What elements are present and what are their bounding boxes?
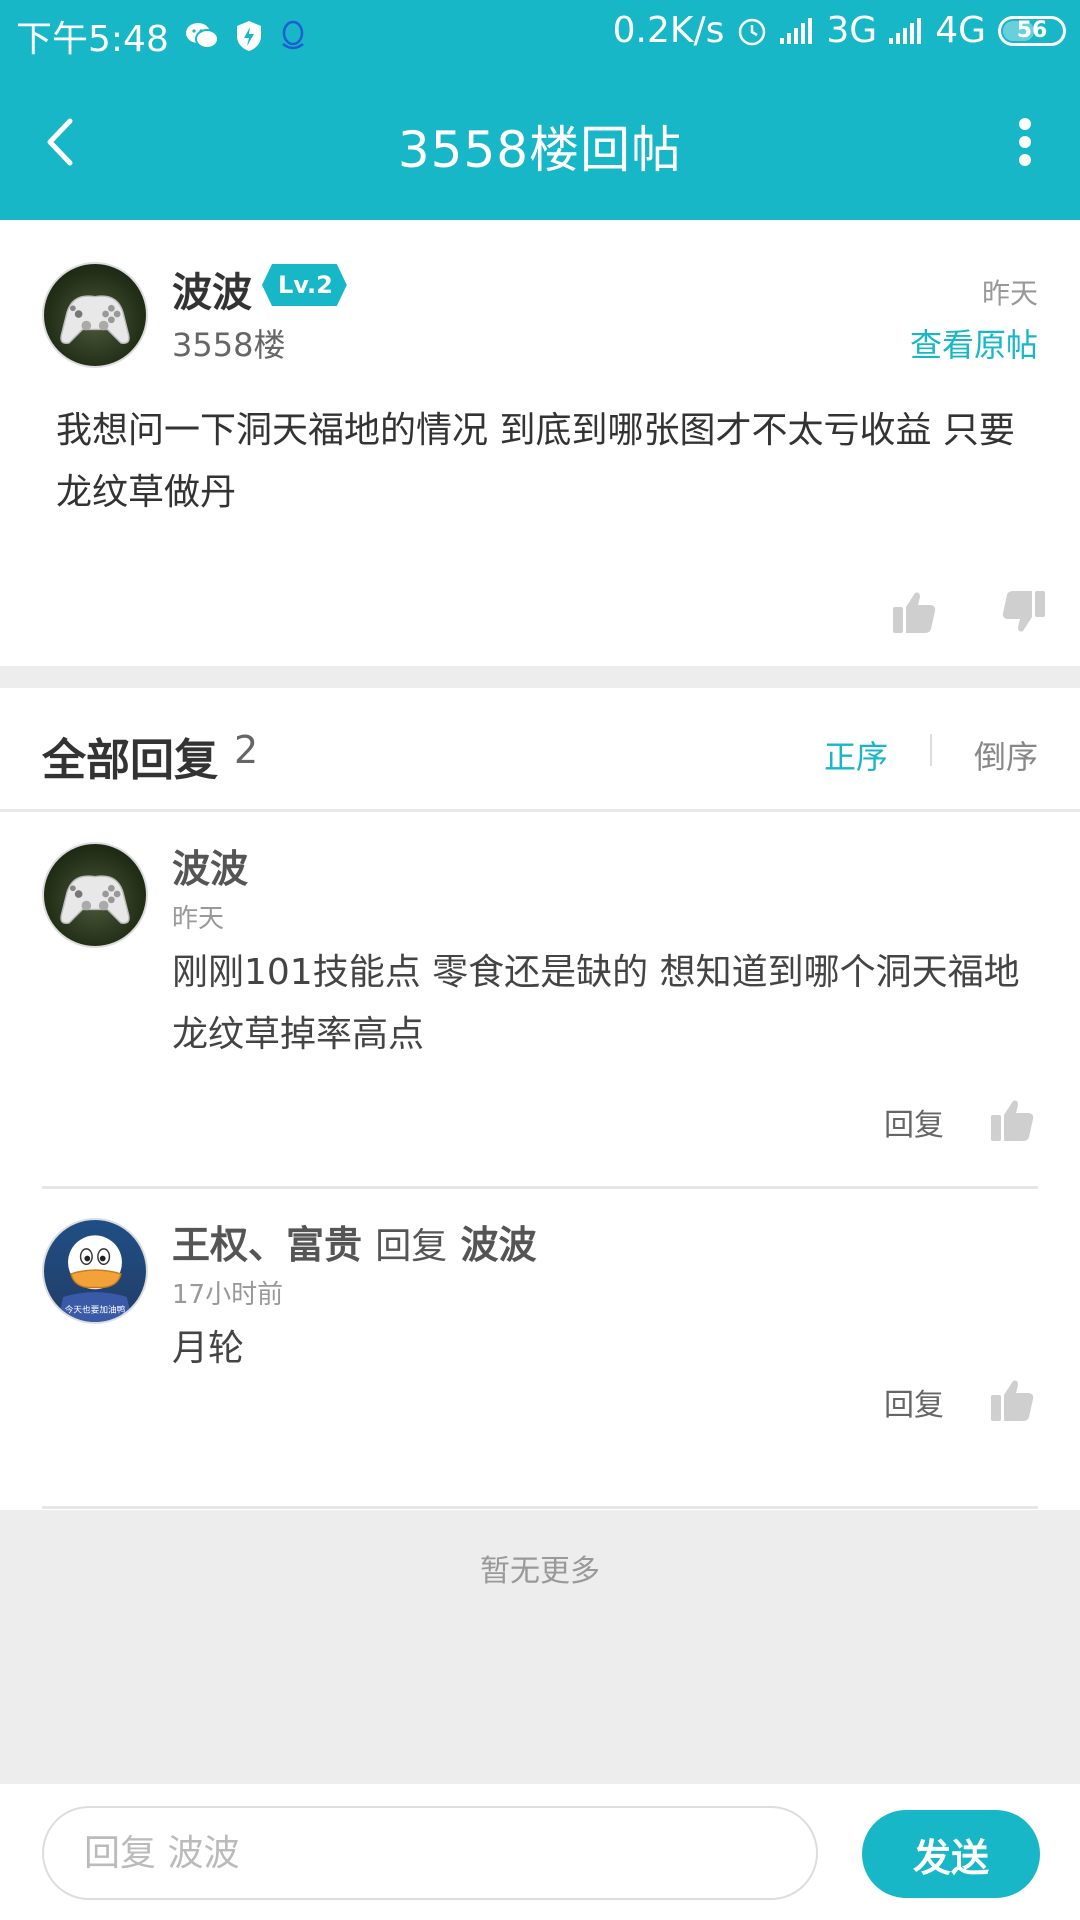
sort-divider: [930, 734, 932, 766]
reply-button[interactable]: 回复: [884, 1380, 944, 1424]
status-bar: 下午5:48 0.2K/s 3G 4G 56: [0, 0, 1080, 68]
status-right: 0.2K/s 3G 4G 56: [613, 10, 1066, 51]
nav-bar: 3558楼回帖: [0, 68, 1080, 220]
reply-button[interactable]: 回复: [884, 1100, 944, 1144]
battery-icon: 56: [998, 15, 1066, 46]
avatar[interactable]: [42, 842, 148, 948]
reply-word: 回复: [375, 1226, 448, 1267]
reply-author[interactable]: 王权、富贵: [172, 1223, 362, 1267]
avatar-caption: 今天也要加油鸭: [65, 1303, 126, 1315]
alarm-icon: [736, 15, 768, 47]
status-left: 下午5:48: [16, 10, 307, 62]
list-item: 波波 昨天 刚刚101技能点 零食还是缺的 想知道到哪个洞天福地龙纹草掉率高点 …: [0, 812, 1080, 1143]
net-speed: 0.2K/s: [612, 10, 725, 51]
level-badge: Lv.2: [262, 264, 347, 306]
replies-title: 全部回复: [42, 735, 218, 786]
replies-count: 2: [234, 728, 259, 772]
status-time: 下午5:48: [16, 19, 169, 60]
bottom-input-bar: 发送: [0, 1782, 1080, 1920]
reply-author[interactable]: 波波: [172, 838, 248, 893]
thumbs-up-icon[interactable]: [988, 1096, 1036, 1144]
thumbs-up-icon[interactable]: [890, 588, 938, 636]
main-post: 波波 Lv.2 3558楼 昨天 查看原帖 我想问一下洞天福地的情况 到底到哪张…: [0, 220, 1080, 666]
header: 下午5:48 0.2K/s 3G 4G 56 3558楼回帖: [0, 0, 1080, 220]
shield-icon: [235, 20, 263, 52]
replies-section: 全部回复 2 正序 倒序 波波 昨天 刚刚101技能点 零食还是缺的 想知道到哪…: [0, 688, 1080, 1510]
qq-icon: [279, 20, 307, 52]
post-author[interactable]: 波波: [172, 260, 252, 318]
reply-content: 刚刚101技能点 零食还是缺的 想知道到哪个洞天福地龙纹草掉率高点: [172, 952, 1020, 1055]
signal-icon: [780, 17, 814, 44]
divider: [42, 1506, 1038, 1509]
floor-number: 3558楼: [172, 326, 286, 364]
avatar[interactable]: 今天也要加油鸭: [42, 1218, 148, 1324]
reply-target[interactable]: 波波: [461, 1223, 537, 1267]
view-original-link[interactable]: 查看原帖: [910, 320, 1038, 366]
replies-header: 全部回复 2 正序 倒序: [0, 688, 1080, 812]
page-title: 3558楼回帖: [397, 121, 683, 179]
reply-time: 17小时前: [172, 1280, 284, 1310]
post-content: 我想问一下洞天福地的情况 到底到哪张图才不太亏收益 只要龙纹草做丹: [56, 410, 1015, 513]
sort-ascending-tab[interactable]: 正序: [824, 732, 888, 778]
network-type-1: 3G: [826, 10, 878, 51]
send-button[interactable]: 发送: [862, 1810, 1040, 1898]
avatar[interactable]: [42, 262, 148, 368]
more-vertical-icon[interactable]: [1010, 112, 1040, 172]
gamepad-icon: [60, 295, 130, 344]
reply-input[interactable]: [42, 1806, 818, 1900]
thumbs-down-icon[interactable]: [1000, 588, 1048, 636]
battery-level: 56: [1016, 18, 1048, 43]
no-more-text: 暂无更多: [480, 1554, 600, 1589]
thumbs-up-icon[interactable]: [988, 1376, 1036, 1424]
post-time: 昨天: [981, 277, 1038, 310]
gamepad-icon: [60, 875, 130, 924]
reply-time: 昨天: [172, 904, 225, 934]
wechat-icon: [185, 21, 219, 51]
signal-icon: [889, 17, 923, 44]
list-item: 今天也要加油鸭 王权、富贵 回复 波波 17小时前 月轮 回复: [0, 1188, 1080, 1508]
reply-content: 月轮: [172, 1328, 245, 1369]
network-type-2: 4G: [935, 10, 986, 51]
duck-icon: 今天也要加油鸭: [57, 1235, 133, 1322]
reply-author-line: 王权、富贵 回复 波波: [172, 1214, 537, 1269]
sort-descending-tab[interactable]: 倒序: [974, 732, 1038, 778]
